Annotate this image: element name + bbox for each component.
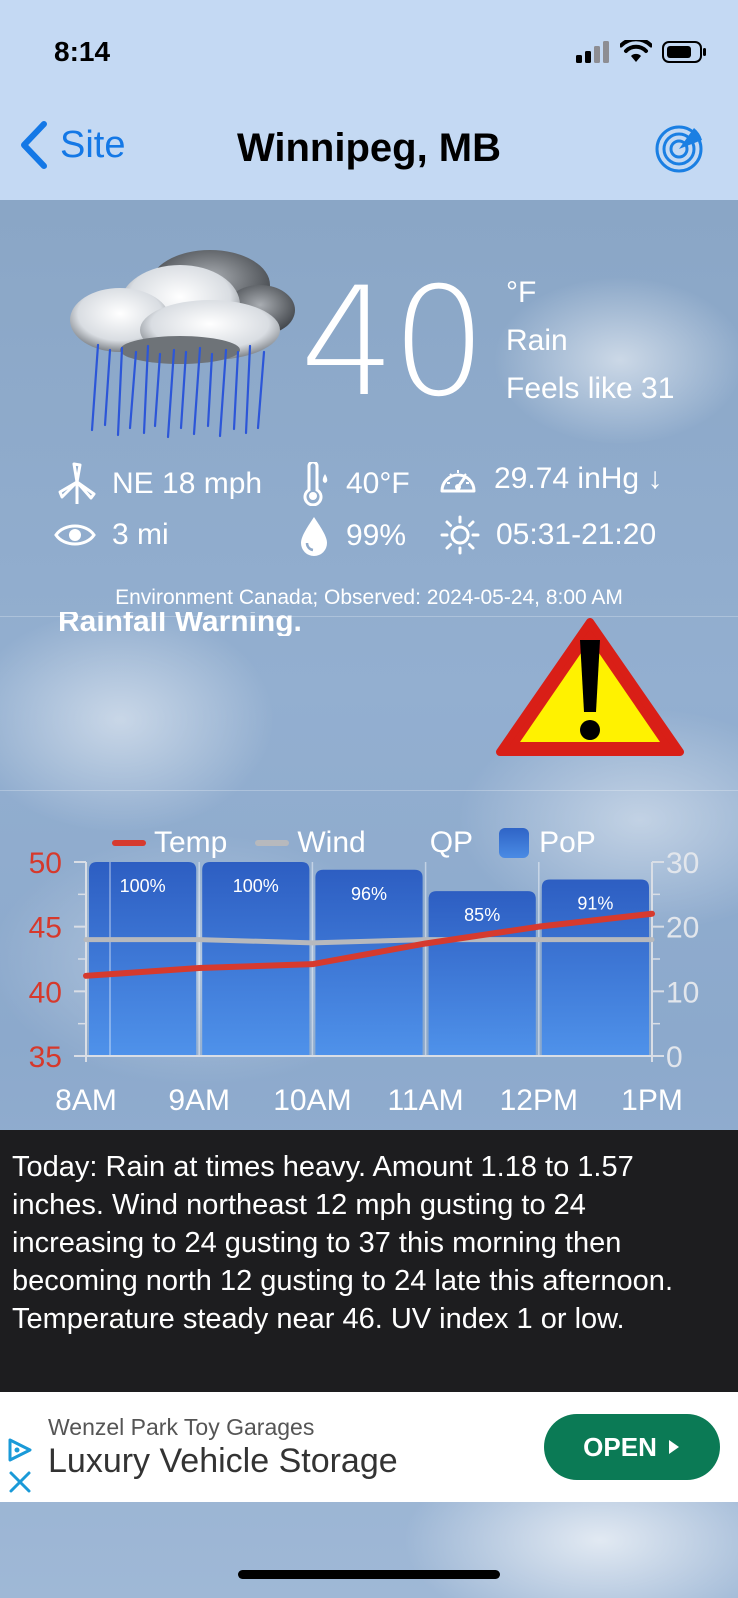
feels-like: Feels like 31 xyxy=(506,372,675,405)
current-condition: Rain xyxy=(506,324,568,357)
play-arrow-icon xyxy=(668,1440,679,1454)
left-tick-label: 40 xyxy=(29,976,62,1009)
left-tick-label: 50 xyxy=(29,847,62,880)
humidity-readout: 99% xyxy=(298,515,406,557)
home-indicator[interactable] xyxy=(238,1570,500,1579)
divider xyxy=(0,790,738,791)
x-tick-label: 10AM xyxy=(273,1084,351,1117)
pop-label: 96% xyxy=(351,884,387,904)
wind-value: NE 18 mph xyxy=(112,467,263,500)
current-temperature: 40 xyxy=(300,256,487,430)
left-tick-label: 35 xyxy=(29,1041,62,1074)
sun-times: 05:31-21:20 xyxy=(496,518,657,551)
temperature-detail: 40°F xyxy=(346,467,410,500)
left-tick-label: 45 xyxy=(29,912,62,945)
forecast-text: Today: Rain at times heavy. Amount 1.18 … xyxy=(0,1130,738,1392)
pressure-readout: 29.74 inHg ↓ xyxy=(438,462,662,496)
wind-readout: NE 18 mph xyxy=(58,462,262,506)
pop-label: 85% xyxy=(464,905,500,925)
pressure-value: 29.74 inHg ↓ xyxy=(494,462,663,495)
status-icons xyxy=(576,40,708,64)
x-tick-label: 1PM xyxy=(621,1084,683,1117)
visibility-readout: 3 mi xyxy=(54,518,169,552)
pop-label: 100% xyxy=(120,876,166,896)
temperature-readout: 40°F xyxy=(300,462,410,506)
status-time: 8:14 xyxy=(54,36,111,67)
wifi-icon xyxy=(620,40,652,62)
temperature-unit: °F xyxy=(506,276,537,309)
warning-title[interactable]: Rainfall Warning. xyxy=(58,612,302,636)
ad-subtitle[interactable]: Wenzel Park Toy Garages xyxy=(48,1414,314,1441)
ad-open-label: OPEN xyxy=(583,1431,657,1462)
sunrise-sunset-readout: 05:31-21:20 xyxy=(440,515,656,555)
eye-icon xyxy=(54,524,96,546)
x-tick-label: 9AM xyxy=(168,1084,230,1117)
hourly-chart[interactable]: 100% 100% 96% 85% 91% 35 40 45 50 0 10 20 30 8AM 9AM 10… xyxy=(0,840,738,1130)
battery-icon xyxy=(662,41,706,63)
close-icon[interactable] xyxy=(8,1470,32,1494)
right-tick-label: 0 xyxy=(666,1041,683,1074)
x-tick-label: 8AM xyxy=(55,1084,117,1117)
humidity-value: 99% xyxy=(346,519,407,552)
pop-label: 91% xyxy=(577,893,613,913)
gauge-icon xyxy=(440,470,476,493)
observation-source: Environment Canada; Observed: 2024-05-24… xyxy=(115,586,623,609)
sun-icon xyxy=(440,515,480,555)
radar-button[interactable] xyxy=(654,124,704,174)
thermometer-icon xyxy=(303,462,328,506)
pop-label: 100% xyxy=(233,876,279,896)
water-drop-icon xyxy=(301,517,327,556)
x-tick-label: 11AM xyxy=(388,1084,464,1117)
ad-open-button[interactable]: OPEN xyxy=(544,1414,720,1480)
right-tick-label: 10 xyxy=(666,976,699,1009)
visibility-value: 3 mi xyxy=(112,518,169,551)
x-tick-label: 12PM xyxy=(500,1084,578,1117)
adchoices-icon[interactable] xyxy=(6,1436,34,1464)
warning-icon[interactable] xyxy=(496,618,684,760)
page-title: Winnipeg, MB xyxy=(236,126,502,170)
right-tick-label: 30 xyxy=(666,847,699,880)
right-tick-label: 20 xyxy=(666,912,699,945)
ad-title[interactable]: Luxury Vehicle Storage xyxy=(48,1442,398,1481)
wind-turbine-icon xyxy=(58,462,96,504)
cellular-signal-icon xyxy=(576,41,609,63)
rain-cloud-icon xyxy=(70,250,295,439)
